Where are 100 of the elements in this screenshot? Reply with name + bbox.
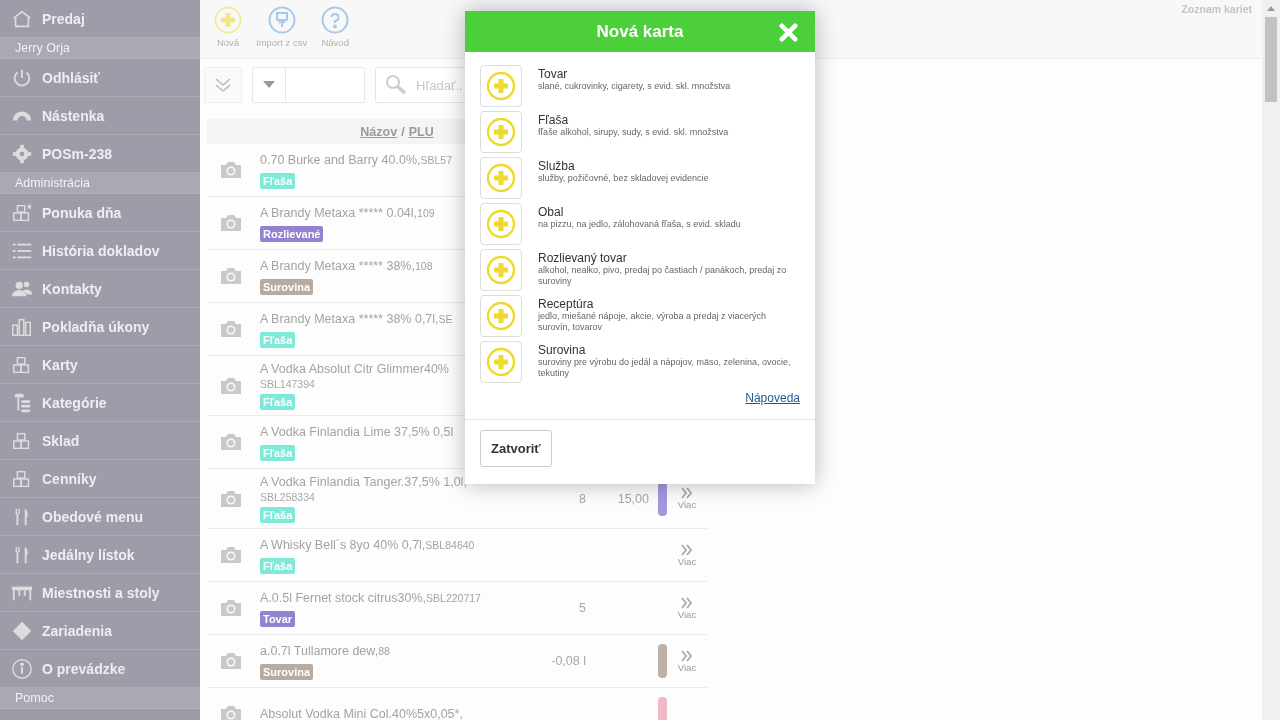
product-code: SBL258334	[260, 491, 315, 503]
price: 15,00	[617, 491, 649, 506]
category-tag: Fľaša	[260, 557, 296, 574]
info-icon	[11, 657, 33, 680]
sidebar-item[interactable]: Odhlásiť	[0, 59, 200, 97]
caret-icon	[263, 81, 275, 89]
option-title: Receptúra	[538, 297, 595, 311]
add-icon	[486, 163, 516, 193]
product-name: a.0.7l Tullamore dew,88	[260, 642, 390, 659]
double-chevron-icon	[680, 649, 694, 662]
sidebar-item[interactable]: Pokladňa úkony	[0, 308, 200, 346]
product-name: A Whisky Bell´s 8yo 40% 0,7l,SBL84640	[260, 536, 475, 553]
camera-icon	[219, 598, 243, 618]
product-code: SBL147394	[260, 378, 315, 390]
option-description: jedlo, miešané nápoje, akcie, výroba a predaj z viacerých surovín, tovarov	[538, 311, 768, 333]
category-tag: Fľaša	[260, 394, 296, 410]
boxes-star-icon	[11, 201, 33, 224]
more-link[interactable]: Viac	[677, 596, 697, 620]
camera-icon	[219, 319, 243, 339]
double-chevron-icon	[680, 487, 694, 499]
toolbar-button[interactable]: Návod	[321, 6, 350, 48]
sidebar-item[interactable]: Jedálny lístok	[0, 536, 200, 574]
option-description: alkohol, nealko, pivo, predaj po častiach / panákoch, predaj zo suroviny	[538, 265, 788, 287]
option-title: Obal	[538, 205, 565, 219]
option-description: slané, cukrovinky, cigarety, s evid. skl. množstva	[538, 81, 731, 92]
option-title: Služba	[538, 159, 576, 173]
close-icon[interactable]	[779, 23, 798, 42]
add-button[interactable]	[480, 157, 522, 199]
camera-icon	[219, 160, 243, 180]
sidebar-item[interactable]: Nástenka	[0, 97, 200, 135]
product-name: A Brandy Metaxa ***** 38% 0,7l,SE	[260, 310, 453, 327]
sidebar-item[interactable]: Kontakty	[0, 270, 200, 308]
search-icon	[385, 74, 407, 96]
add-icon	[486, 71, 516, 101]
sidebar-section-header: Administrácia	[0, 173, 200, 194]
option-description: fľaše alkohol, sirupy, sudy, s evid. skl. množstva	[538, 127, 729, 138]
product-name: Absolut Vodka Mini Col.40%5x0,05*,	[260, 706, 463, 720]
help-link[interactable]: Nápoveda	[745, 391, 800, 405]
option-title: Rozlievaný tovar	[538, 251, 628, 265]
sidebar-item[interactable]: Zariadenia	[0, 612, 200, 650]
upload-icon	[267, 6, 296, 34]
add-button[interactable]	[480, 249, 522, 291]
header-separator: /	[401, 124, 405, 139]
camera-icon	[219, 375, 243, 396]
more-link[interactable]: Viac	[677, 649, 697, 673]
toolbar-button[interactable]: Nová	[214, 6, 242, 48]
sidebar-item[interactable]: Cenníky	[0, 460, 200, 498]
double-chevron-icon	[213, 75, 233, 95]
double-chevron-icon	[680, 543, 694, 556]
sidebar-item[interactable]: Miestnosti a stoly	[0, 574, 200, 612]
settings-icon	[11, 142, 33, 165]
add-icon	[486, 209, 516, 239]
product-name: 0.70 Burke and Barry 40.0%,SBL57	[260, 151, 453, 168]
category-tag: Fľaša	[260, 444, 296, 461]
camera-icon	[219, 213, 243, 233]
option-title: Fľaša	[538, 113, 570, 127]
stock-quantity: -0,08 l	[551, 654, 586, 668]
camera-icon	[219, 545, 243, 565]
product-name: A Brandy Metaxa ***** 38%,108	[260, 257, 433, 274]
add-icon	[486, 347, 516, 377]
sidebar-item[interactable]: Ponuka dňa	[0, 194, 200, 232]
sidebar-section-header: Jerry Orja	[0, 38, 200, 59]
camera-icon	[219, 266, 243, 286]
option-title: Tovar	[538, 67, 569, 81]
camera-icon	[219, 651, 243, 671]
product-name: A Vodka Finlandia Tanger.37,5% 1,0l,	[260, 474, 467, 490]
sidebar-section-header: Pomoc	[0, 688, 200, 709]
scrollbar[interactable]	[1262, 0, 1280, 720]
option-description: suroviny pre výrobu do jedál a nápojov, mäso, zelenina, ovocie, tekutiny	[538, 357, 792, 379]
option-description: na pizzu, na jedlo, zálohovaná fľaša, s evid. skladu	[538, 219, 741, 230]
add-button[interactable]	[480, 65, 522, 107]
sort-link[interactable]: PLU	[408, 124, 434, 139]
product-name: A Brandy Metaxa ***** 0.04l,109	[260, 204, 435, 221]
toolbar-button[interactable]: Import z csv	[256, 6, 308, 48]
sidebar-item[interactable]: História dokladov	[0, 232, 200, 270]
add-icon	[486, 117, 516, 147]
more-link[interactable]: Viac	[677, 487, 697, 510]
product-name: A.0.5l Fernet stock citrus30%,SBL220717	[260, 589, 481, 606]
add-button[interactable]	[480, 341, 522, 383]
category-tag: Fľaša	[260, 331, 296, 348]
add-button[interactable]	[480, 111, 522, 153]
scroll-up-icon[interactable]	[1267, 6, 1275, 11]
more-link[interactable]: Viac	[677, 543, 697, 567]
close-button[interactable]: Zatvoriť	[480, 430, 552, 467]
diamond-icon	[11, 619, 33, 642]
sidebar-item[interactable]: Obedové menu	[0, 498, 200, 536]
category-tag: Fľaša	[260, 172, 296, 189]
expand-button[interactable]	[204, 67, 242, 103]
scrollbar-thumb[interactable]	[1265, 17, 1277, 102]
filter-dropdown[interactable]	[252, 67, 365, 103]
double-chevron-icon	[680, 596, 694, 609]
sidebar-item[interactable]: Sklad	[0, 422, 200, 460]
category-tag: Surovina	[260, 278, 314, 295]
sort-link[interactable]: Názov	[360, 124, 398, 139]
add-button[interactable]	[480, 203, 522, 245]
add-icon	[486, 301, 516, 331]
stock-quantity: 8	[579, 491, 586, 506]
sidebar-item[interactable]: Kategórie	[0, 384, 200, 422]
add-button[interactable]	[480, 295, 522, 337]
sidebar-item[interactable]: Karty	[0, 346, 200, 384]
